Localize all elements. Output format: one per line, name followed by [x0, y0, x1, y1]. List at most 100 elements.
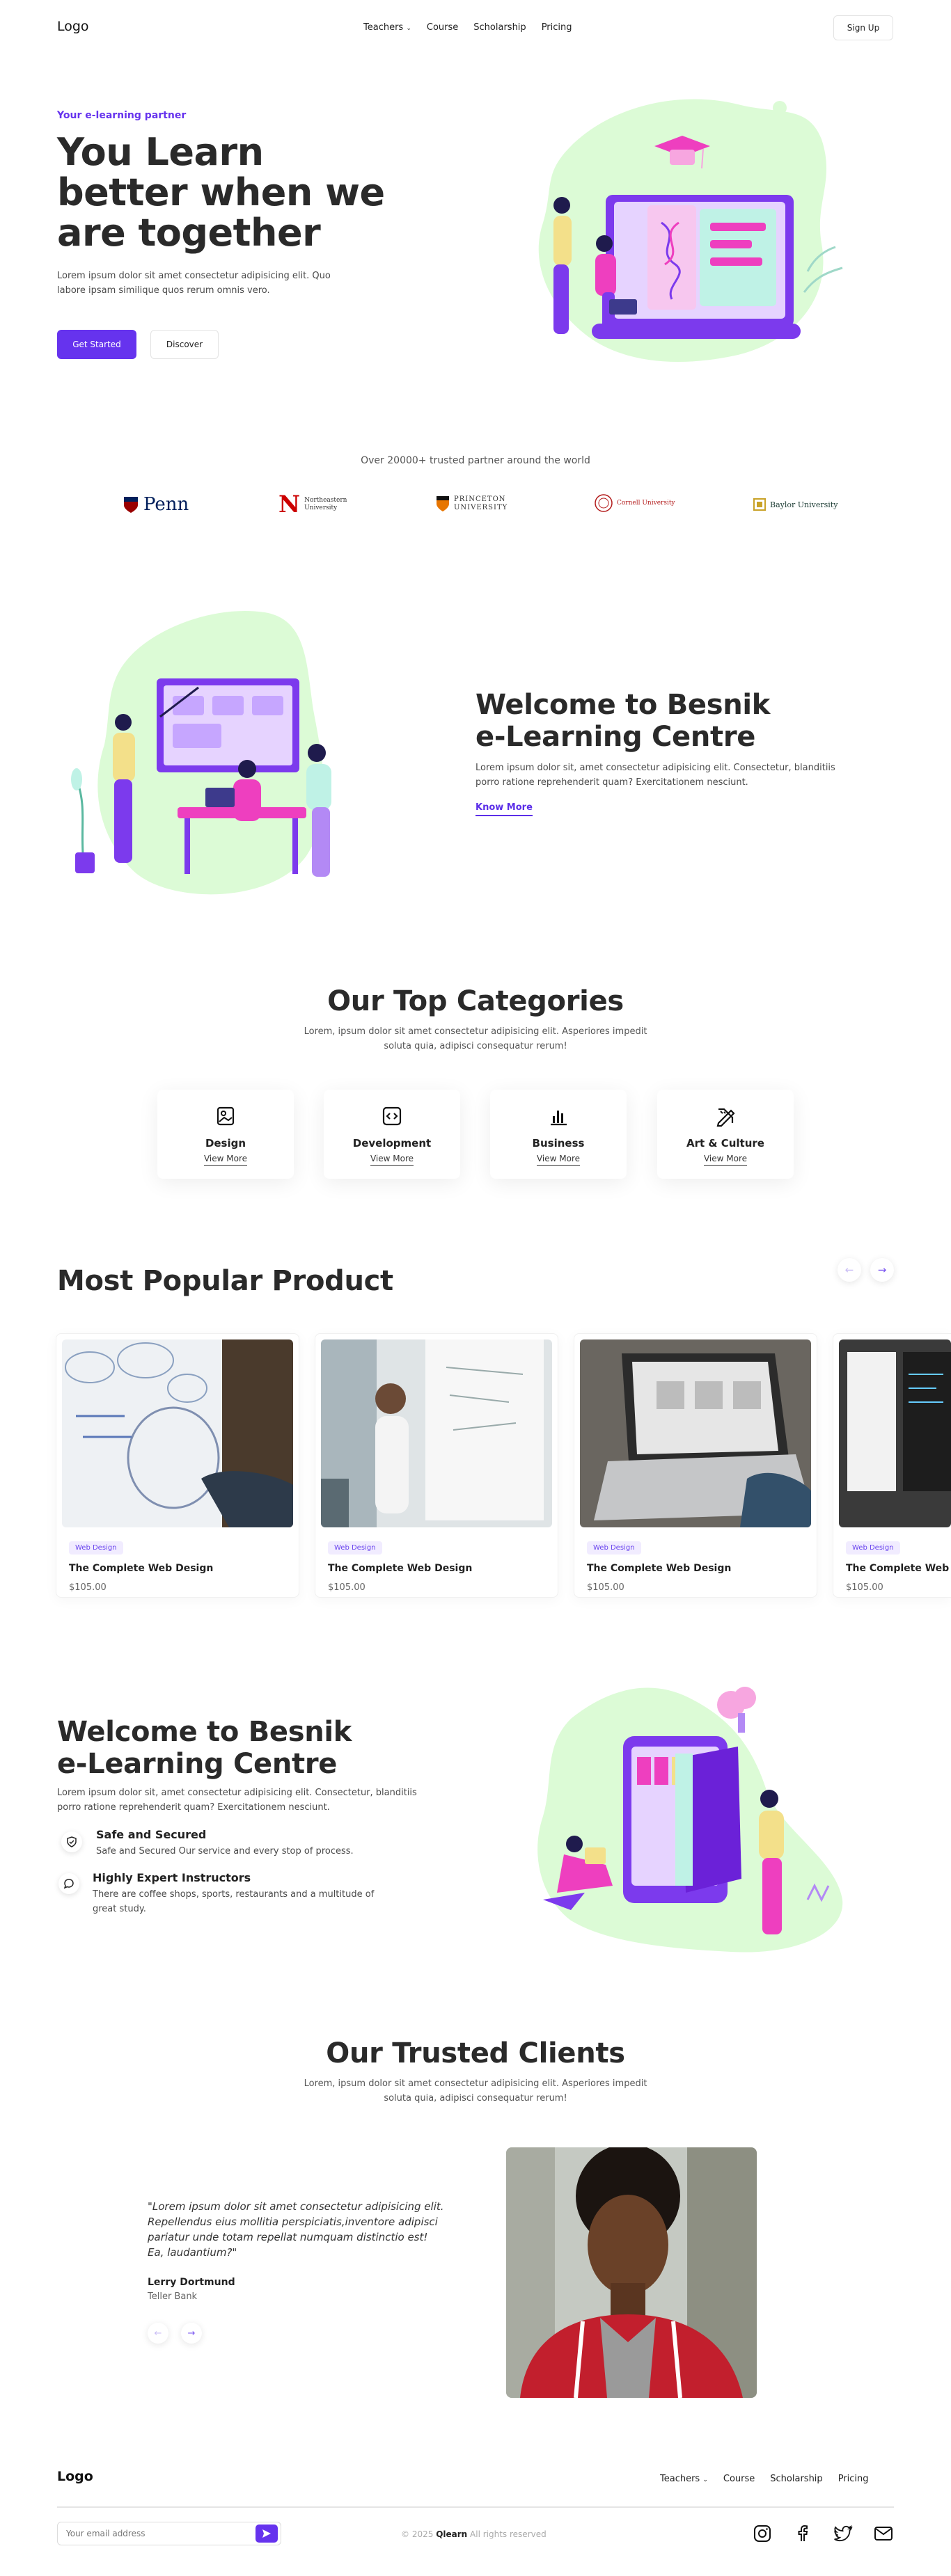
mail-icon[interactable] — [873, 2523, 894, 2544]
features-description: Lorem ipsum dolor sit, amet consectetur … — [57, 1788, 417, 1813]
code-icon — [382, 1106, 402, 1126]
product-tag: Web Design — [328, 1541, 382, 1555]
nav-item-course[interactable]: Course — [427, 22, 458, 33]
product-tag: Web Design — [587, 1541, 641, 1555]
copyright: © 2025 Qlearn All rights reserved — [401, 2529, 547, 2539]
image-icon — [217, 1106, 235, 1126]
category-name: Art & Culture — [686, 1137, 764, 1150]
product-price: $105.00 — [328, 1582, 366, 1593]
shield-check-icon — [67, 1836, 77, 1847]
send-icon — [262, 2529, 271, 2538]
nav-item-teachers[interactable]: Teachers ⌄ — [363, 22, 411, 33]
category-name: Business — [532, 1137, 585, 1150]
partner-logo-northeastern: N Northeastern University — [278, 491, 347, 518]
facebook-icon[interactable] — [792, 2523, 813, 2544]
footer-logo[interactable]: Logo — [57, 2469, 93, 2484]
feature-description: There are coffee shops, sports, restaura… — [93, 1889, 375, 1914]
product-tag: Web Design — [69, 1541, 123, 1555]
footer-item-scholarship[interactable]: Scholarship — [770, 2474, 822, 2484]
chevron-down-icon: ⌄ — [702, 2476, 708, 2483]
partner-logo-princeton: PRINCETON UNIVERSITY — [436, 495, 511, 512]
categories-title: Our Top Categories — [327, 985, 624, 1017]
arrow-left-icon: ← — [154, 2328, 162, 2339]
welcome-illustration — [71, 611, 331, 895]
product-price: $105.00 — [846, 1582, 883, 1593]
hero-description: Lorem ipsum dolor sit amet consectetur a… — [57, 271, 331, 296]
view-more-link[interactable]: View More — [703, 1154, 748, 1166]
get-started-button[interactable]: Get Started — [57, 330, 136, 359]
instagram-icon[interactable] — [752, 2523, 773, 2544]
categories-description: Lorem, ipsum dolor sit amet consectetur … — [304, 1026, 647, 1051]
bar-chart-icon — [551, 1111, 567, 1126]
products-next-button[interactable]: → — [870, 1258, 894, 1282]
pen-ruler-icon — [716, 1108, 735, 1127]
testimonial-prev-button[interactable]: ← — [148, 2323, 168, 2344]
arrow-left-icon: ← — [844, 1264, 854, 1276]
product-card[interactable]: Web Design The Complete Web Design $105.… — [315, 1333, 558, 1598]
send-button[interactable] — [256, 2525, 278, 2543]
testimonial-role: Teller Bank — [148, 2291, 198, 2302]
category-card-art-culture[interactable]: Art & Culture View More — [657, 1090, 794, 1179]
features-illustration — [537, 1687, 843, 1953]
partner-logo-baylor: Baylor University — [753, 498, 838, 511]
category-card-business[interactable]: Business View More — [490, 1090, 627, 1179]
product-title[interactable]: The Complete Web Design — [587, 1563, 817, 1574]
view-more-link[interactable]: View More — [370, 1154, 414, 1166]
product-title[interactable]: The Complete Web Design — [69, 1563, 299, 1574]
footer-item-pricing[interactable]: Pricing — [838, 2474, 869, 2484]
footer-item-teachers[interactable]: Teachers ⌄ — [660, 2474, 708, 2484]
features-title: Welcome to Besnik e-Learning Centre — [57, 1716, 352, 1780]
testimonial-photo — [506, 2147, 757, 2398]
product-tag: Web Design — [846, 1541, 900, 1555]
category-name: Development — [352, 1137, 432, 1150]
copyright-brand: Qlearn — [436, 2529, 468, 2539]
nav-item-scholarship[interactable]: Scholarship — [473, 22, 526, 33]
email-input[interactable] — [58, 2529, 256, 2538]
product-title[interactable]: The Complete Web Design — [328, 1563, 558, 1574]
welcome-description: Lorem ipsum dolor sit, amet consectetur … — [475, 763, 835, 788]
testimonial-next-button[interactable]: → — [181, 2323, 202, 2344]
discover-button[interactable]: Discover — [150, 330, 219, 359]
clients-title: Our Trusted Clients — [326, 2037, 625, 2069]
products-prev-button[interactable]: ← — [838, 1258, 861, 1282]
welcome-title: Welcome to Besnik e-Learning Centre — [475, 689, 771, 753]
footer-menu: Teachers ⌄ Course Scholarship Pricing — [660, 2474, 869, 2484]
product-price: $105.00 — [587, 1582, 624, 1593]
nav-menu: Teachers ⌄ Course Scholarship Pricing — [363, 22, 572, 33]
feature-icon-wrap — [58, 1873, 79, 1894]
product-card[interactable]: Web Design The Complete Web Design $105.… — [574, 1333, 817, 1598]
clients-description: Lorem, ipsum dolor sit amet consectetur … — [304, 2078, 647, 2104]
product-image-laptop — [580, 1339, 811, 1527]
category-name: Design — [205, 1137, 246, 1150]
logo[interactable]: Logo — [57, 19, 89, 34]
view-more-link[interactable]: View More — [203, 1154, 248, 1166]
feature-icon-wrap — [61, 1831, 82, 1852]
signup-button[interactable]: Sign Up — [833, 15, 893, 40]
chevron-down-icon: ⌄ — [406, 25, 411, 32]
newsletter-form — [57, 2522, 281, 2545]
partners-title: Over 20000+ trusted partner around the w… — [361, 455, 590, 466]
feature-description: Safe and Secured Our service and every s… — [96, 1846, 354, 1857]
category-card-design[interactable]: Design View More — [157, 1090, 294, 1179]
arrow-right-icon: → — [877, 1264, 887, 1276]
products-title: Most Popular Product — [57, 1265, 393, 1297]
category-card-development[interactable]: Development View More — [324, 1090, 460, 1179]
feature-title: Highly Expert Instructors — [93, 1871, 251, 1884]
view-more-link[interactable]: View More — [536, 1154, 581, 1166]
twitter-icon[interactable] — [833, 2523, 854, 2544]
footer-divider — [57, 2506, 894, 2508]
partner-logo-penn: Penn — [123, 494, 189, 515]
product-image-monitors — [839, 1339, 951, 1527]
feature-title: Safe and Secured — [96, 1828, 207, 1841]
product-image-whiteboard — [62, 1339, 293, 1527]
hero-eyebrow: Your e-learning partner — [57, 110, 187, 121]
product-title[interactable]: The Complete Web Design — [846, 1563, 951, 1574]
know-more-link[interactable]: Know More — [475, 802, 533, 816]
nav-item-pricing[interactable]: Pricing — [542, 22, 572, 33]
product-image-presenter — [321, 1339, 552, 1527]
arrow-right-icon: → — [187, 2328, 196, 2339]
product-card[interactable]: Web Design The Complete Web Design $105.… — [833, 1333, 951, 1598]
testimonial-quote: "Lorem ipsum dolor sit amet consectetur … — [148, 2200, 444, 2259]
product-card[interactable]: Web Design The Complete Web Design $105.… — [56, 1333, 299, 1598]
footer-item-course[interactable]: Course — [723, 2474, 755, 2484]
